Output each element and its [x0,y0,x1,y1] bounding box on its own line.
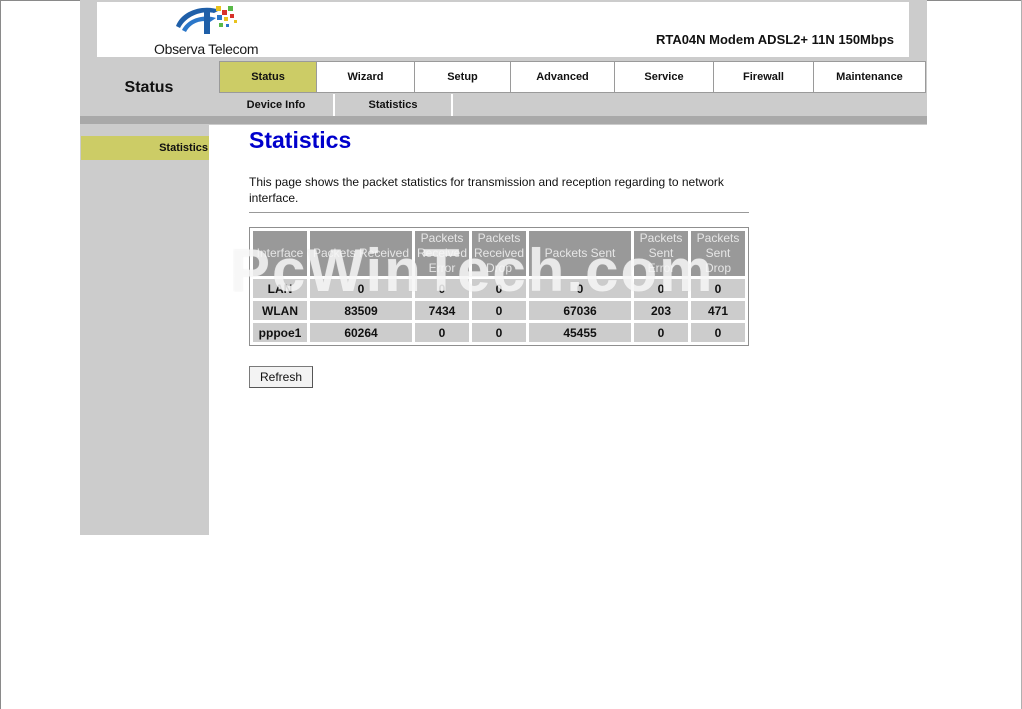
brand-logo: Observa Telecom [150,4,270,57]
table-cell: pppoe1 [253,323,307,342]
model-title: RTA04N Modem ADSL2+ 11N 150Mbps [655,32,894,47]
tab-firewall[interactable]: Firewall [714,61,814,93]
table-cell: WLAN [253,301,307,320]
tab-service[interactable]: Service [615,61,714,93]
page-title: Statistics [249,127,352,153]
table-cell: 60264 [310,323,412,342]
tab-advanced[interactable]: Advanced [511,61,615,93]
table-cell: 0 [415,323,469,342]
table-cell: 471 [691,301,745,320]
table-cell: 67036 [529,301,631,320]
table-row: WLAN 83509 7434 0 67036 203 471 [253,301,745,320]
sidebar: Statistics [80,124,209,535]
page-description: This page shows the packet statistics fo… [249,175,724,205]
observa-logo-icon [176,6,237,34]
subtab-device-info[interactable]: Device Info [219,94,335,116]
tab-setup[interactable]: Setup [415,61,511,93]
sidebar-item-statistics[interactable]: Statistics [81,136,209,160]
column-header-packets-sent-error: Packets Sent Error [634,231,688,276]
section-title: Status [124,79,174,96]
tab-maintenance[interactable]: Maintenance [814,61,926,93]
column-header-interface: Interface [253,231,307,276]
column-header-packets-received-drop: Packets Received Drop [472,231,526,276]
content-divider [249,212,749,213]
table-cell: 0 [472,301,526,320]
table-cell: 0 [634,323,688,342]
column-header-packets-sent: Packets Sent [529,231,631,276]
table-cell: 0 [691,279,745,298]
table-cell: 0 [691,323,745,342]
table-cell: 83509 [310,301,412,320]
statistics-table: Interface Packets Received Packets Recei… [249,227,749,346]
refresh-button[interactable]: Refresh [249,366,313,388]
table-row: LAN 0 0 0 0 0 0 [253,279,745,298]
table-row: pppoe1 60264 0 0 45455 0 0 [253,323,745,342]
table-cell: 0 [415,279,469,298]
table-cell: 0 [529,279,631,298]
table-cell: 7434 [415,301,469,320]
column-header-packets-sent-drop: Packets Sent Drop [691,231,745,276]
table-cell: 45455 [529,323,631,342]
column-header-packets-received: Packets Received [310,231,412,276]
table-cell: 203 [634,301,688,320]
table-cell: 0 [472,323,526,342]
tab-wizard[interactable]: Wizard [317,61,415,93]
table-cell: 0 [310,279,412,298]
table-cell: 0 [472,279,526,298]
header-divider [80,116,927,124]
tab-status[interactable]: Status [219,61,317,93]
column-header-packets-received-error: Packets Received Error [415,231,469,276]
brand-name: Observa Telecom [154,41,259,57]
subtab-statistics[interactable]: Statistics [335,94,453,116]
main-nav: Status Wizard Setup Advanced Service Fir… [219,61,926,93]
table-cell: 0 [634,279,688,298]
table-header-row: Interface Packets Received Packets Recei… [253,231,745,276]
table-cell: LAN [253,279,307,298]
sub-nav: Device Info Statistics [219,94,453,116]
window-frame-left [0,0,1,709]
